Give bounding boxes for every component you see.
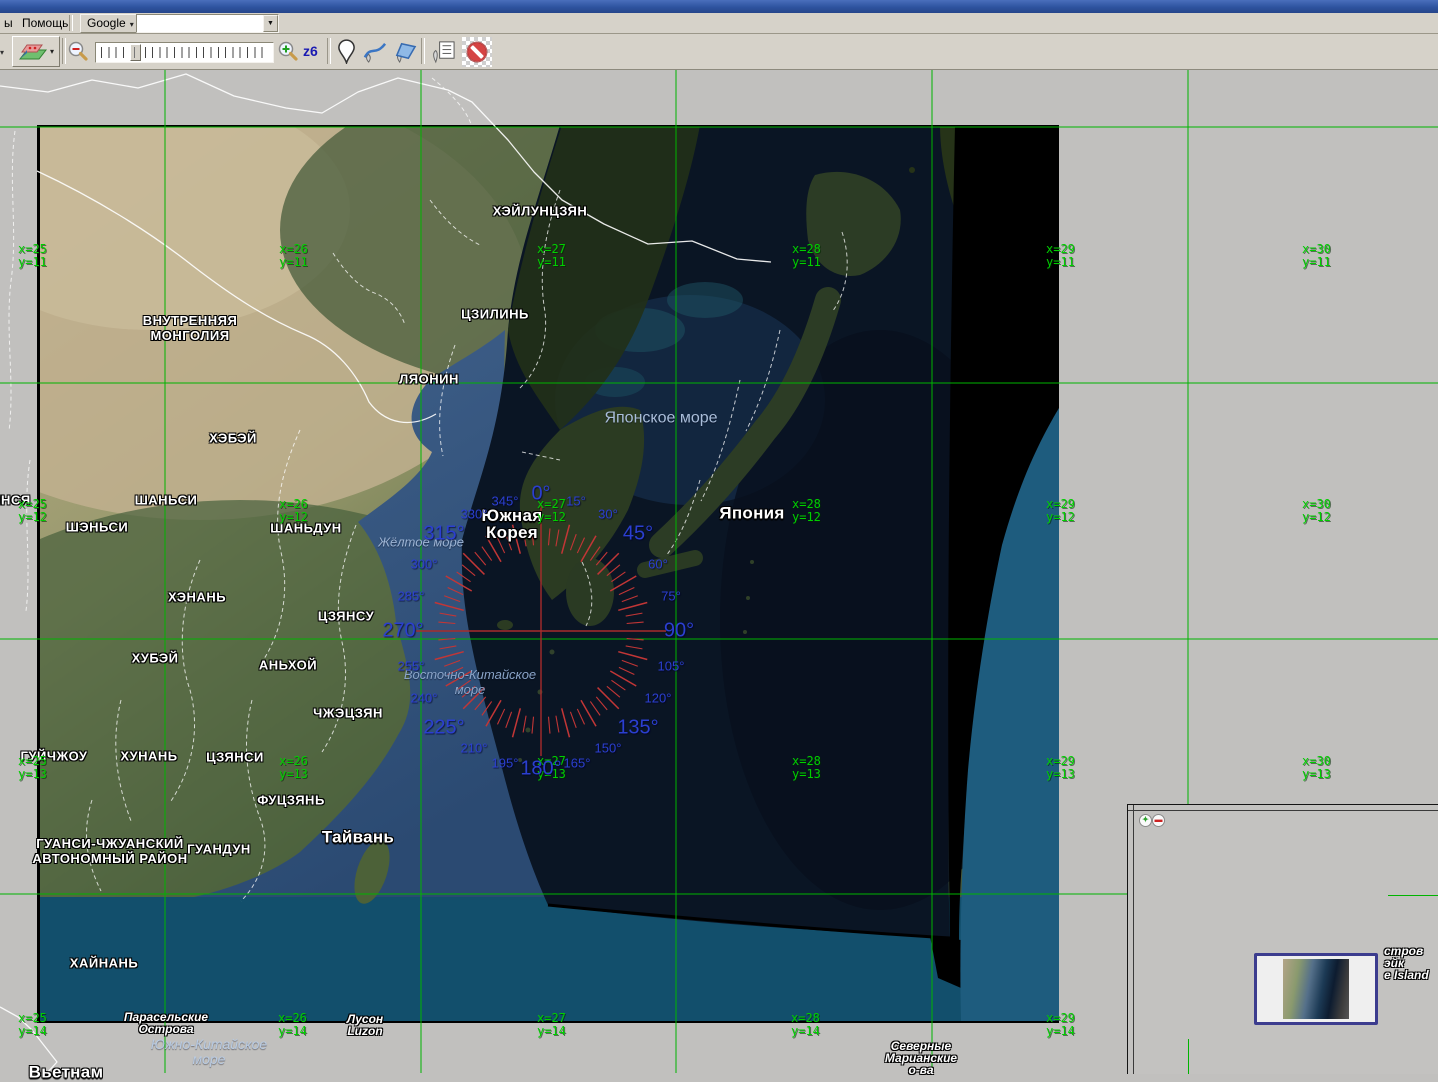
overview-zoom-in-button[interactable]: ✦	[1139, 814, 1152, 827]
title-bar[interactable]	[0, 0, 1438, 13]
map-source-dropdown[interactable]: Google ▾	[80, 14, 141, 33]
overview-map-panel: ✦ ▬ стровэйкe Island	[1127, 804, 1438, 1074]
map-viewport[interactable]: ХЭЙЛУНЦЗЯНВНУТРЕННЯЯ МОНГОЛИЯЦЗИЛИНЬЛЯОН…	[0, 0, 1438, 1073]
zoom-out-magnifier-icon	[67, 40, 89, 62]
no-entry-icon	[465, 40, 489, 64]
zoom-out-button[interactable]	[66, 39, 90, 63]
search-combobox[interactable]: ▼	[136, 14, 279, 33]
satellite-imagery	[0, 70, 1059, 1024]
toolbar-separator	[327, 38, 331, 64]
menu-item-help[interactable]: Помощь	[18, 15, 72, 31]
grid-fragment	[1188, 1039, 1189, 1074]
zoom-level-label: z6	[303, 43, 318, 59]
toolbar: ▾ ▾ z6	[0, 34, 1438, 70]
map-source-label: Google	[87, 16, 126, 30]
layers-button[interactable]: ▾	[12, 36, 60, 67]
scene-preview-thumbnail[interactable]	[1254, 953, 1378, 1025]
add-path-button[interactable]	[361, 38, 387, 65]
search-input[interactable]	[138, 16, 266, 31]
grid-fragment	[1388, 895, 1438, 896]
placemark-manager-button[interactable]	[428, 38, 458, 65]
chevron-down-icon: ▾	[50, 47, 54, 56]
panel-inner-border	[1133, 805, 1134, 1074]
menu-separator	[69, 15, 73, 31]
hide-placemarks-button[interactable]	[462, 37, 492, 67]
polygon-area-icon	[391, 39, 418, 64]
chevron-down-icon: ▾	[130, 20, 134, 29]
map-application-window: { "colors":{ "grid_green":"#00b400","til…	[0, 0, 1438, 1073]
zoom-slider-ticks	[101, 47, 268, 58]
chevron-down-icon[interactable]: ▾	[0, 48, 4, 57]
placemark-balloon-icon	[337, 39, 356, 64]
panel-inner-border	[1128, 810, 1438, 811]
toolbar-separator	[421, 38, 425, 64]
scene-preview-image	[1283, 959, 1349, 1019]
wake-island-label-line: e Island	[1384, 969, 1429, 981]
zoom-slider[interactable]	[95, 42, 274, 63]
add-placemark-button[interactable]	[334, 38, 358, 65]
path-line-icon	[362, 39, 387, 64]
zoom-in-button[interactable]	[276, 39, 300, 63]
menu-item-truncated[interactable]: ы	[0, 15, 17, 31]
add-polygon-button[interactable]	[390, 38, 418, 65]
placemark-list-icon	[429, 39, 457, 64]
overview-zoom-out-button[interactable]: ▬	[1152, 814, 1165, 827]
layers-map-icon	[18, 40, 48, 64]
combobox-dropdown-button[interactable]: ▼	[263, 15, 278, 32]
menu-bar: ы Помощь Google ▾ ▼	[0, 13, 1438, 34]
zoom-slider-handle[interactable]	[130, 44, 141, 61]
zoom-in-magnifier-icon	[277, 40, 299, 62]
